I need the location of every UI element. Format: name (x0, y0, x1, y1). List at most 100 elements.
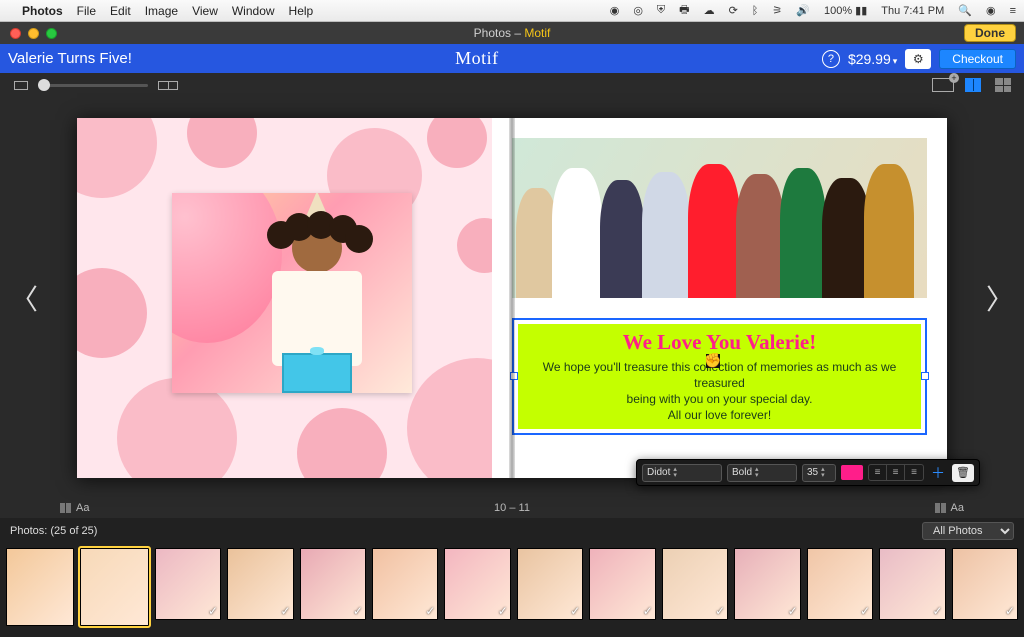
trash-icon: 🗑 (956, 466, 970, 479)
photo-thumbnail[interactable]: ✓ (444, 548, 510, 620)
used-check-icon: ✓ (570, 604, 580, 618)
page-number-label: 10 – 11 (89, 502, 934, 514)
cloud-icon[interactable]: ☁ (704, 4, 715, 17)
used-check-icon: ✓ (208, 604, 218, 618)
menu-image[interactable]: Image (145, 4, 178, 18)
help-button[interactable]: ? (822, 50, 840, 68)
volume-icon[interactable]: 🔊 (796, 4, 810, 17)
updown-icon: ▴▾ (673, 467, 677, 479)
menu-help[interactable]: Help (289, 4, 314, 18)
siri-icon[interactable]: ◉ (986, 4, 996, 17)
used-check-icon: ✓ (643, 604, 653, 618)
add-photos-button[interactable] (932, 77, 954, 93)
left-page-indicator[interactable]: Aa (60, 502, 89, 514)
window-title: Photos – Motif (0, 26, 1024, 40)
used-check-icon: ✓ (498, 604, 508, 618)
zoom-slider[interactable] (38, 84, 148, 87)
spread-view-icon (965, 78, 981, 92)
checkout-button[interactable]: Checkout (939, 49, 1016, 69)
zoom-spread-icon[interactable] (158, 81, 178, 90)
photo-strip-label: Photos: (10, 525, 47, 537)
battery-status[interactable]: 100% ▮▮ (824, 4, 867, 17)
sync-icon[interactable]: ⟳ (729, 4, 738, 17)
window-titlebar: Photos – Motif Done (0, 22, 1024, 44)
used-check-icon: ✓ (425, 604, 435, 618)
bluetooth-icon[interactable]: ᛒ (752, 5, 759, 17)
settings-button[interactable]: ⚙ (905, 49, 931, 69)
photo-thumbnail[interactable]: ✓ (300, 548, 366, 620)
text-block-title: We Love You Valerie! (528, 330, 911, 355)
page-label-strip: Aa 10 – 11 Aa (0, 498, 1024, 518)
used-check-icon: ✓ (860, 604, 870, 618)
photo-thumbnail[interactable]: ✓ (227, 548, 293, 620)
used-check-icon: ✓ (788, 604, 798, 618)
photo-frame-left[interactable] (172, 193, 412, 393)
add-text-button[interactable]: ＋ (929, 463, 947, 483)
align-right-button[interactable]: ≡ (905, 465, 923, 480)
updown-icon: ▴▾ (821, 467, 825, 479)
photo-thumbnail[interactable]: ✓ (372, 548, 438, 620)
menu-window[interactable]: Window (232, 4, 275, 18)
font-size-select[interactable]: 35▴▾ (802, 464, 836, 482)
view-tool-row (0, 73, 1024, 97)
menu-edit[interactable]: Edit (110, 4, 131, 18)
text-block-selected[interactable]: We Love You Valerie! We hope you'll trea… (512, 318, 927, 436)
wifi-icon[interactable]: ⚞ (772, 4, 782, 17)
price-dropdown[interactable]: $29.99▾ (848, 51, 897, 67)
used-check-icon: ✓ (715, 604, 725, 618)
menuextra-icon[interactable]: ◉ (610, 4, 620, 17)
text-color-swatch[interactable] (841, 465, 863, 480)
photo-thumbnail[interactable]: ✓ (155, 548, 221, 620)
used-check-icon: ✓ (1005, 604, 1015, 618)
used-check-icon: ✓ (353, 604, 363, 618)
photo-thumbnail[interactable]: ✓ (517, 548, 583, 620)
text-block-line: being with you on your special day. (627, 392, 813, 406)
photo-thumbnail[interactable]: ✓ (589, 548, 655, 620)
macos-menubar: Photos File Edit Image View Window Help … (0, 0, 1024, 22)
view-mode-spread-button[interactable] (962, 77, 984, 93)
photo-frame-group[interactable] (512, 138, 927, 298)
font-weight-select[interactable]: Bold▴▾ (727, 464, 797, 482)
photo-thumbnail[interactable]: ✓ (807, 548, 873, 620)
page-right[interactable]: We Love You Valerie! We hope you'll trea… (492, 118, 947, 478)
spotlight-icon[interactable]: 🔍 (958, 4, 972, 17)
photo-thumbnail[interactable]: ✓ (879, 548, 945, 620)
text-block-line: We hope you'll treasure this collection … (543, 360, 897, 390)
spread-editor: 〈 (0, 97, 1024, 498)
photo-thumbnail[interactable] (6, 548, 74, 626)
page-left[interactable] (77, 118, 492, 478)
menubar-app-name[interactable]: Photos (22, 4, 63, 18)
menu-file[interactable]: File (77, 4, 96, 18)
gear-icon: ⚙ (913, 52, 924, 66)
photo-strip-panel: Photos: (25 of 25) All Photos ✓ ✓ ✓ ✓ ✓ ✓ ✓ ✓ ✓ ✓… (0, 518, 1024, 637)
shield-icon[interactable]: ⛨ (657, 4, 665, 17)
grid-view-icon (995, 78, 1011, 92)
menuextra-icon[interactable]: ◎ (633, 4, 643, 17)
book-spread: We Love You Valerie! We hope you'll trea… (77, 118, 947, 478)
brand-logo: Motif (132, 48, 822, 69)
printer-icon[interactable]: 🖶 (679, 1, 689, 20)
delete-text-button[interactable]: 🗑 (952, 464, 974, 482)
view-mode-grid-button[interactable] (992, 77, 1014, 93)
align-left-button[interactable]: ≡ (869, 465, 887, 480)
photo-thumbnail[interactable]: ✓ (952, 548, 1018, 620)
used-check-icon: ✓ (280, 604, 290, 618)
photo-thumbnail[interactable]: ✓ (662, 548, 728, 620)
photo-thumbnail[interactable] (80, 548, 148, 626)
photo-filter-select[interactable]: All Photos (922, 522, 1014, 540)
photo-strip-count: (25 of 25) (50, 525, 97, 537)
project-title: Valerie Turns Five! (8, 50, 132, 67)
menu-view[interactable]: View (192, 4, 218, 18)
text-block-line: All our love forever! (668, 408, 771, 422)
photo-thumbnail[interactable]: ✓ (734, 548, 800, 620)
menubar-clock[interactable]: Thu 7:41 PM (881, 5, 944, 17)
zoom-single-page-icon[interactable] (14, 81, 28, 90)
image-plus-icon (932, 78, 954, 92)
align-center-button[interactable]: ≡ (887, 465, 905, 480)
previous-spread-button[interactable]: 〈 (0, 278, 48, 318)
font-family-select[interactable]: Didot▴▾ (642, 464, 722, 482)
project-header-bar: Valerie Turns Five! Motif ? $29.99▾ ⚙ Ch… (0, 44, 1024, 73)
notification-center-icon[interactable]: ≡ (1010, 5, 1016, 17)
right-page-indicator[interactable]: Aa (935, 502, 964, 514)
next-spread-button[interactable]: 〉 (976, 278, 1024, 318)
